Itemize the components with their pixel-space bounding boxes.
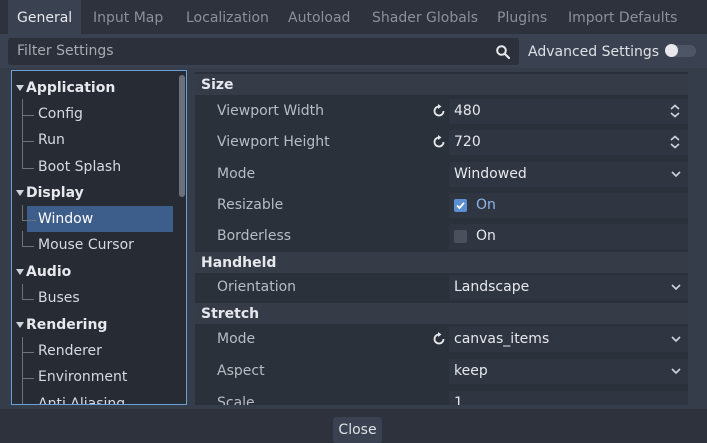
viewport-width-spinbox[interactable] (449, 99, 688, 124)
revert-icon[interactable] (432, 135, 446, 149)
tree-scrollbar[interactable] (179, 75, 185, 197)
tab-general[interactable]: General (8, 0, 82, 34)
tree-guide (22, 141, 34, 142)
tree-guide (22, 99, 23, 169)
tab-plugins[interactable]: Plugins (488, 0, 556, 34)
property-borderless: Borderless On (195, 221, 688, 252)
property-viewport-height: Viewport Height 720 (195, 127, 688, 158)
scale-spinbox[interactable] (449, 391, 688, 405)
tree-guide (22, 299, 34, 300)
close-button[interactable]: Close (333, 417, 382, 443)
chevron-down-icon[interactable] (670, 334, 682, 344)
resizable-checkbox[interactable] (454, 199, 467, 212)
advanced-settings-label: Advanced Settings (528, 44, 660, 60)
collapse-arrow-icon (16, 322, 24, 328)
search-icon (496, 45, 511, 60)
section-handheld: Handheld (195, 252, 688, 273)
tree-guide (22, 168, 34, 169)
resizable-label[interactable]: On (476, 190, 496, 221)
tab-autoload[interactable]: Autoload (279, 0, 359, 34)
property-mode: Mode Windowed (195, 159, 688, 190)
chevron-down-icon[interactable] (670, 282, 682, 292)
tree-guide (22, 352, 34, 353)
tree-guide (22, 205, 23, 221)
borderless-label[interactable]: On (476, 221, 496, 252)
tab-shader-globals[interactable]: Shader Globals (363, 0, 487, 34)
filter-bar: Filter Settings Advanced Settings (0, 34, 707, 68)
dialog-footer: Close (0, 409, 707, 443)
collapse-arrow-icon (16, 269, 24, 275)
filter-placeholder: Filter Settings (17, 43, 114, 59)
tree-guide (22, 246, 34, 247)
checkmark-icon (456, 202, 465, 210)
filter-settings-input[interactable]: Filter Settings (8, 38, 519, 65)
tab-input-map[interactable]: Input Map (84, 0, 172, 34)
revert-icon[interactable] (432, 332, 446, 346)
toggle-knob (665, 44, 678, 57)
property-scale: Scale 1 (195, 388, 688, 405)
tab-localization[interactable]: Localization (177, 0, 278, 34)
settings-tree: Application Config Run Boot Splash Displ… (11, 70, 187, 405)
borderless-checkbox[interactable] (454, 230, 467, 243)
tree-guide (22, 220, 36, 221)
properties-panel: Size Viewport Width 480 Viewport Height … (195, 72, 688, 405)
spinbox-arrows-icon[interactable] (669, 135, 681, 149)
tab-bar: General Input Map Localization Autoload … (0, 0, 707, 34)
tab-import-defaults[interactable]: Import Defaults (559, 0, 686, 34)
property-aspect: Aspect keep (195, 356, 688, 387)
revert-icon[interactable] (432, 104, 446, 118)
collapse-arrow-icon (16, 85, 24, 91)
property-orientation: Orientation Landscape (195, 272, 688, 303)
chevron-down-icon[interactable] (670, 366, 682, 376)
tree-guide (22, 378, 34, 379)
property-viewport-width: Viewport Width 480 (195, 96, 688, 127)
tree-guide (22, 284, 23, 300)
tree-guide (22, 337, 23, 404)
property-stretch-mode: Mode canvas_items (195, 324, 688, 355)
property-resizable: Resizable On (195, 190, 688, 221)
spinbox-arrows-icon[interactable] (669, 104, 681, 118)
section-stretch: Stretch (195, 303, 688, 324)
tree-guide (22, 115, 34, 116)
collapse-arrow-icon (16, 190, 24, 196)
chevron-down-icon[interactable] (670, 169, 682, 179)
advanced-settings-toggle[interactable] (665, 44, 696, 57)
viewport-height-spinbox[interactable] (449, 130, 688, 155)
section-size: Size (195, 74, 688, 95)
tree-guide (22, 231, 23, 247)
